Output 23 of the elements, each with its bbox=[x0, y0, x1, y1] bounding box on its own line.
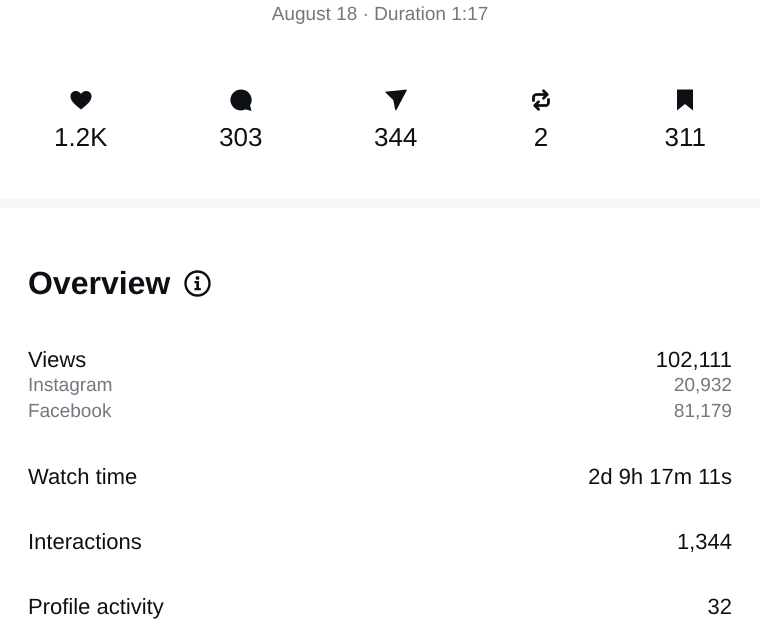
source-value: 20,932 bbox=[674, 374, 732, 398]
speech-bubble-icon bbox=[228, 88, 253, 112]
metric-value: 32 bbox=[708, 594, 732, 620]
paper-plane-icon bbox=[384, 88, 408, 112]
info-icon[interactable] bbox=[184, 270, 212, 296]
source-label: Instagram bbox=[28, 374, 112, 398]
stat-count: 303 bbox=[219, 122, 262, 152]
source-label: Facebook bbox=[28, 400, 112, 424]
post-date-duration: August 18 · Duration 1:17 bbox=[270, 4, 490, 26]
stat-count: 344 bbox=[374, 122, 418, 152]
metric-value: 2d 9h 17m 11s bbox=[588, 464, 732, 490]
section-title: Overview bbox=[28, 264, 170, 302]
source-value: 81,179 bbox=[674, 400, 732, 424]
stat-count: 1.2K bbox=[54, 122, 108, 152]
metric-label: Profile activity bbox=[28, 594, 164, 620]
metric-value: 1,344 bbox=[676, 529, 732, 555]
metric-label: Views bbox=[28, 347, 86, 373]
metric-label: Interactions bbox=[28, 529, 142, 555]
stat-count: 2 bbox=[534, 122, 548, 152]
heart-icon bbox=[68, 88, 93, 112]
metric-value: 102,111 bbox=[656, 347, 732, 373]
metric-label: Watch time bbox=[28, 464, 138, 490]
stat-count: 311 bbox=[664, 122, 706, 152]
